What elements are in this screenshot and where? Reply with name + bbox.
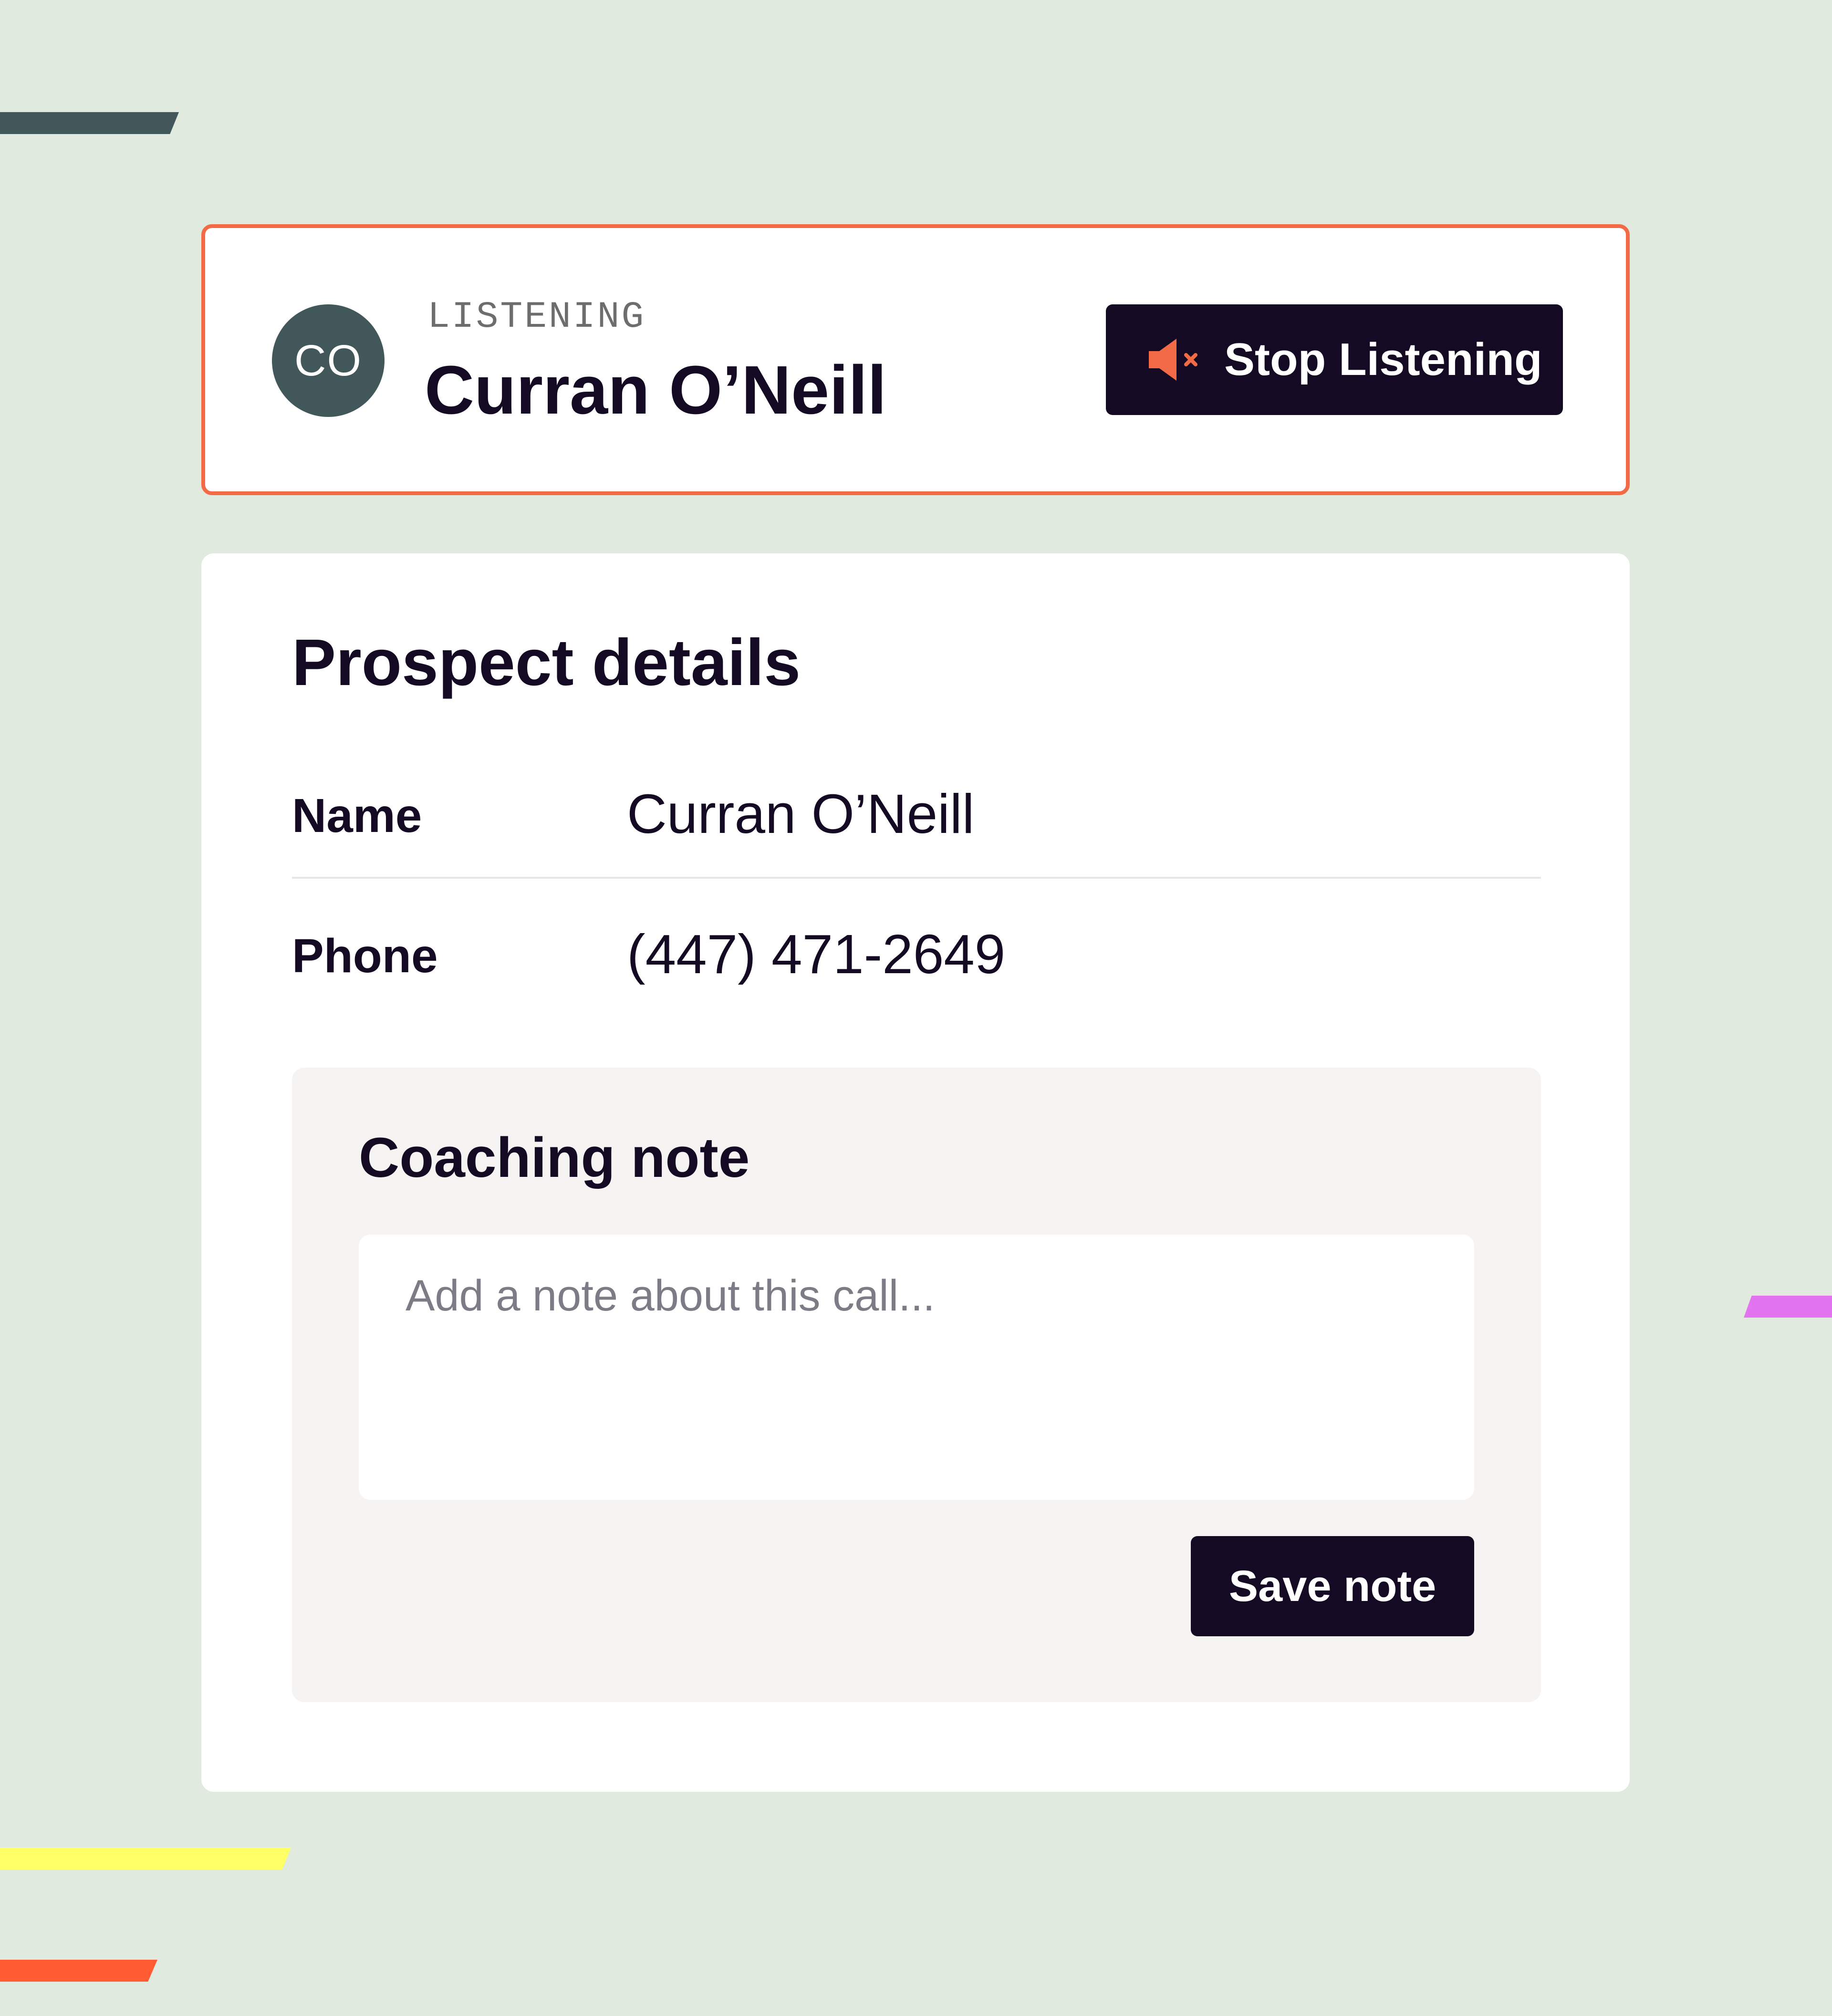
prospect-details-card: Prospect details Name Curran O’Neill Pho…	[201, 553, 1630, 1792]
stop-listening-label: Stop Listening	[1224, 334, 1542, 385]
decorative-stroke-pink	[1744, 1296, 1832, 1318]
coaching-note-panel: Coaching note Save note	[292, 1068, 1541, 1702]
decorative-stroke-teal	[0, 112, 179, 134]
phone-row: Phone (447) 471-2649	[292, 878, 1541, 1007]
coaching-note-title: Coaching note	[359, 1126, 750, 1189]
name-label: Name	[292, 789, 422, 842]
avatar: CO	[272, 304, 385, 417]
phone-value[interactable]: (447) 471-2649	[627, 926, 1005, 982]
name-value: Curran O’Neill	[627, 783, 975, 845]
stop-listening-button[interactable]: Stop Listening	[1106, 304, 1563, 415]
decorative-stroke-orange	[0, 1960, 157, 1982]
listening-card: CO LISTENING Curran O’Neill Stop Listeni…	[201, 224, 1630, 495]
phone-label: Phone	[292, 929, 438, 983]
name-row: Name Curran O’Neill	[292, 754, 1541, 879]
save-note-button[interactable]: Save note	[1191, 1536, 1474, 1636]
listening-prospect-name: Curran O’Neill	[425, 352, 887, 428]
prospect-details-title: Prospect details	[292, 626, 801, 699]
decorative-stroke-yellow	[0, 1848, 291, 1870]
coaching-note-input[interactable]	[359, 1235, 1474, 1500]
listening-status-label: LISTENING	[427, 296, 646, 338]
speaker-muted-icon	[1147, 336, 1202, 384]
